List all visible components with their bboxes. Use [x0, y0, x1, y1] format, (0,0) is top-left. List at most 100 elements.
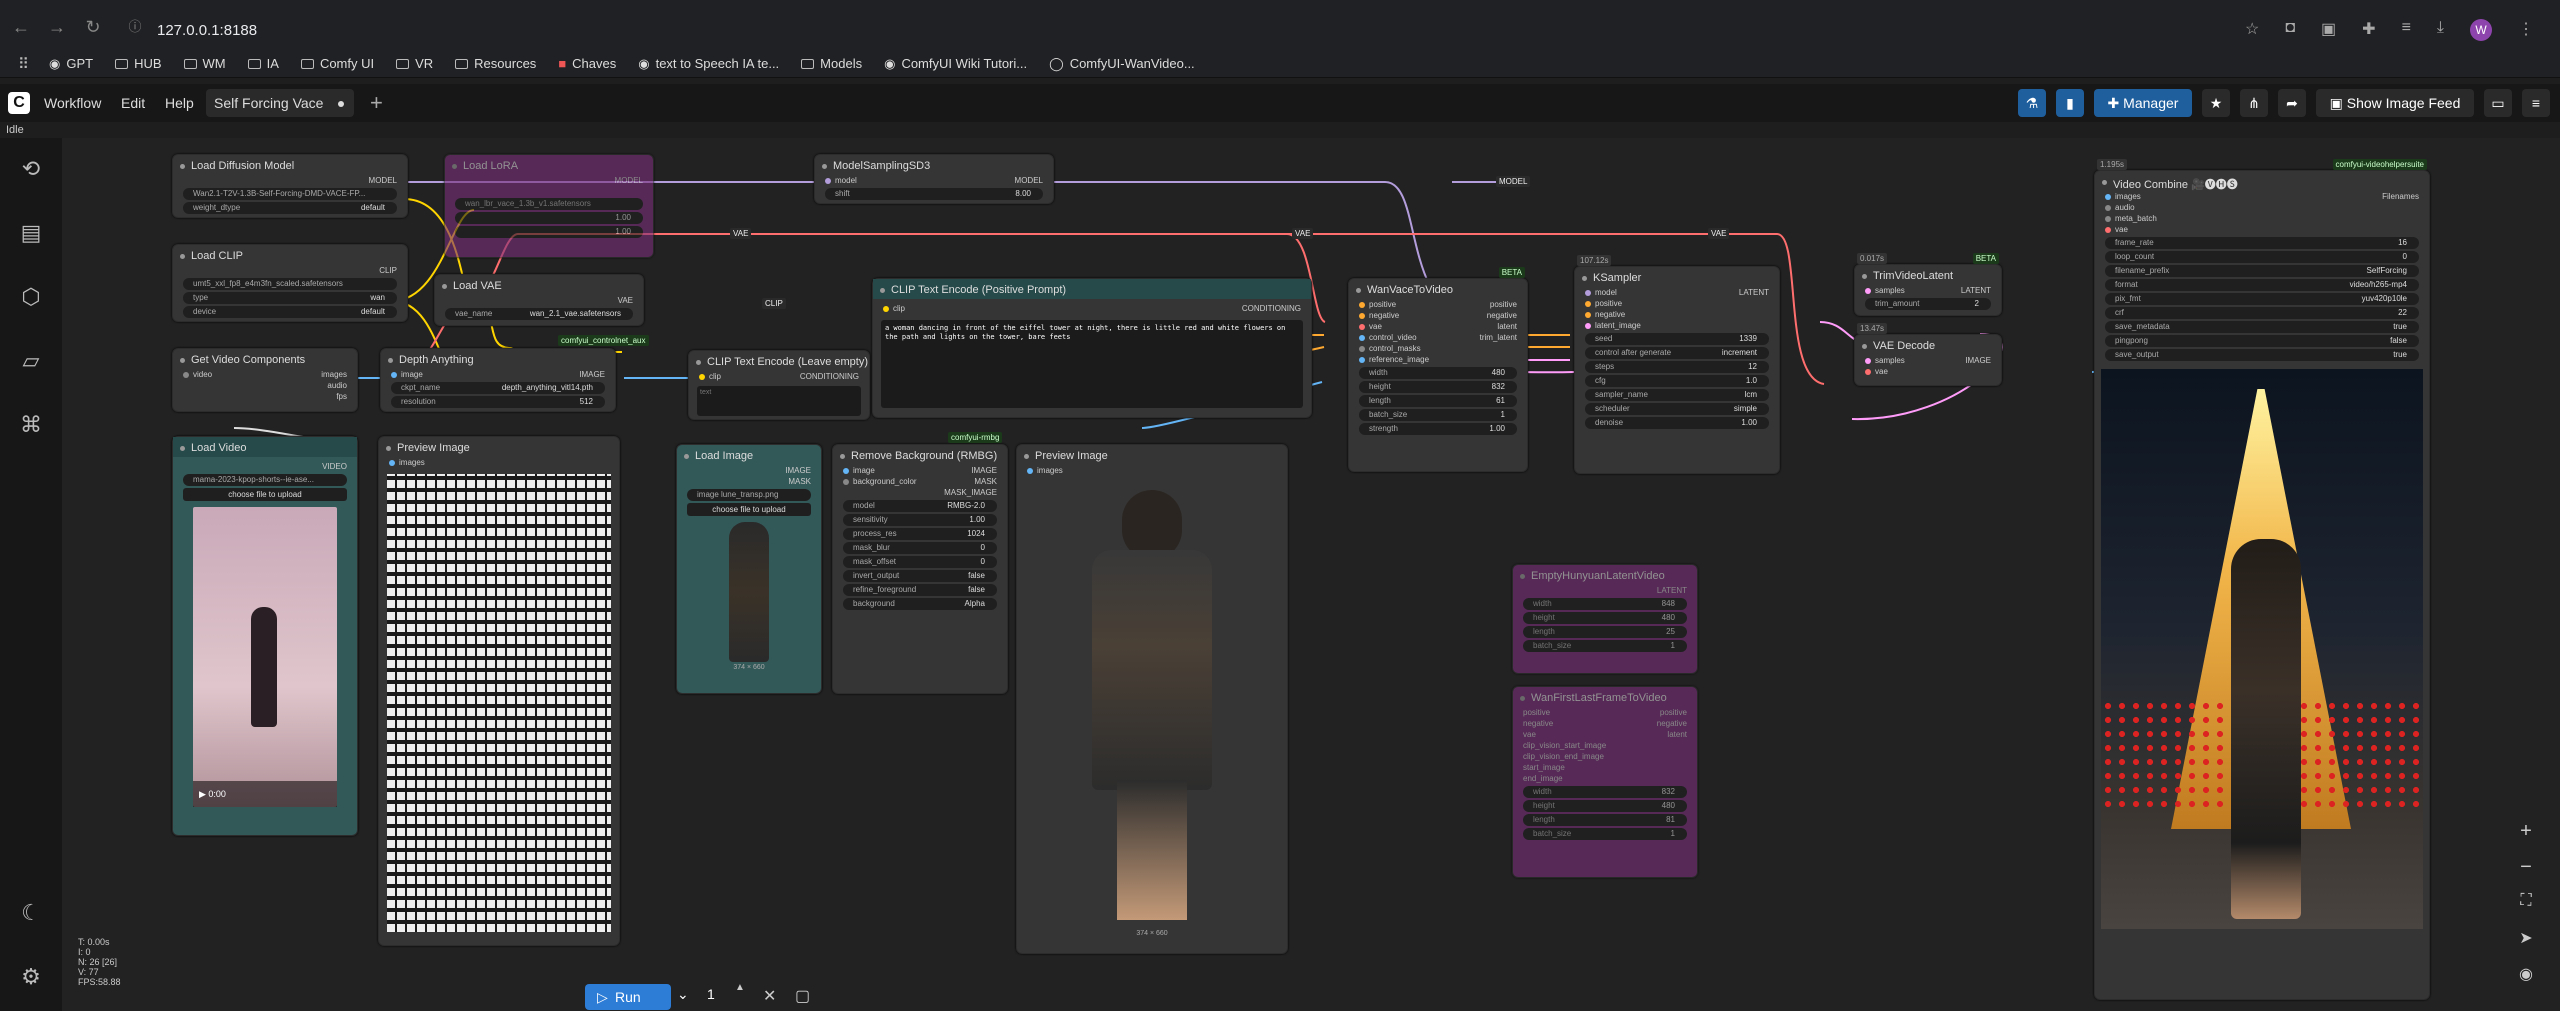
- stepper-up-icon[interactable]: ▲: [735, 982, 745, 993]
- star-icon[interactable]: ★: [2202, 89, 2230, 117]
- apps-icon[interactable]: ⠿: [18, 55, 29, 73]
- video-controls[interactable]: ▶ 0:00: [193, 781, 337, 807]
- input-socket[interactable]: [1027, 467, 1033, 474]
- vae-name-combo[interactable]: vae_name wan_2.1_vae.safetensors: [445, 308, 633, 320]
- strength-model-field[interactable]: 1.00: [455, 212, 643, 224]
- graph-canvas[interactable]: Load Diffusion Model MODEL Wan2.1-T2V-1.…: [62, 138, 2560, 1011]
- bookmark-item[interactable]: ■ Chaves: [550, 56, 624, 71]
- reroute-vae[interactable]: VAE: [1708, 228, 1730, 239]
- batch-size-field[interactable]: batch_size 1: [1359, 409, 1517, 421]
- extension-icon[interactable]: ▣: [2321, 19, 2336, 41]
- input-socket[interactable]: [1359, 323, 1365, 330]
- node-vae-decode[interactable]: 13.47s VAE Decode samples IMAGE vae: [1854, 323, 2002, 386]
- select-mode-icon[interactable]: ➤: [2506, 928, 2546, 948]
- input-socket[interactable]: [1359, 334, 1365, 341]
- run-button[interactable]: ▷ Run: [585, 984, 671, 1010]
- input-socket[interactable]: [183, 371, 189, 378]
- rmbg-model-combo[interactable]: model RMBG-2.0: [843, 500, 997, 512]
- bookmark-item[interactable]: ◉ ComfyUI Wiki Tutori...: [876, 56, 1035, 72]
- negative-prompt-textarea[interactable]: text: [697, 386, 861, 416]
- node-trim-video-latent[interactable]: 0.017s BETA TrimVideoLatent samples LATEN…: [1854, 253, 2002, 316]
- panel-toggle-icon[interactable]: ▭: [2484, 89, 2512, 117]
- node-load-diffusion-model[interactable]: Load Diffusion Model MODEL Wan2.1-T2V-1.…: [172, 154, 408, 218]
- zoom-out-icon[interactable]: −: [2506, 856, 2546, 879]
- length-field[interactable]: length 61: [1359, 395, 1517, 407]
- node-remove-background-rmbg[interactable]: Remove Background (RMBG) image IMAGE back…: [832, 444, 1008, 694]
- bookmark-item[interactable]: ◉ text to Speech IA te...: [630, 56, 787, 72]
- node-video-combine[interactable]: 1.195s comfyui-videohelpersuite Video Co…: [2094, 159, 2430, 1000]
- frame-rate-field[interactable]: frame_rate 16: [2105, 237, 2419, 249]
- input-socket[interactable]: [1865, 287, 1871, 294]
- input-socket[interactable]: [1359, 312, 1365, 319]
- video-file-combo[interactable]: mama-2023-kpop-shorts--ie-ase...: [183, 474, 347, 486]
- ckpt-name-combo[interactable]: ckpt_name depth_anything_vitl14.pth: [391, 382, 605, 394]
- node-ksampler[interactable]: 107.12s KSampler model LATENT positive ne…: [1574, 255, 1780, 474]
- node-wan-first-last-frame-to-video[interactable]: WanFirstLastFrameToVideo positive positiv…: [1512, 686, 1698, 878]
- workflows-folder-icon[interactable]: ▱: [18, 348, 44, 374]
- input-socket[interactable]: [1359, 345, 1365, 352]
- format-combo[interactable]: format video/h265-mp4: [2105, 279, 2419, 291]
- save-output-toggle[interactable]: save_output true: [2105, 349, 2419, 361]
- mask-offset-field[interactable]: mask_offset 0: [843, 556, 997, 568]
- run-mode-chevron-down-icon[interactable]: ⌄: [677, 986, 689, 1003]
- hamburger-icon[interactable]: ≡: [2522, 89, 2550, 117]
- star-icon[interactable]: ☆: [2245, 19, 2259, 41]
- scheduler-combo[interactable]: scheduler simple: [1585, 403, 1769, 415]
- reading-list-icon[interactable]: ≡: [2402, 19, 2411, 41]
- menu-help[interactable]: Help: [165, 95, 194, 111]
- workflow-tab[interactable]: Self Forcing Vace: [206, 89, 354, 117]
- bookmark-folder[interactable]: Models: [793, 56, 870, 71]
- unet-name-combo[interactable]: Wan2.1-T2V-1.3B-Self-Forcing-DMD-VACE-FP…: [183, 188, 397, 200]
- sampler-name-combo[interactable]: sampler_name lcm: [1585, 389, 1769, 401]
- model-library-icon[interactable]: ⬡: [18, 284, 44, 310]
- reroute-vae[interactable]: VAE: [730, 228, 752, 239]
- reload-icon[interactable]: ↻: [82, 16, 104, 38]
- input-socket[interactable]: [389, 459, 395, 466]
- node-load-lora[interactable]: Load LoRA MODEL wan_lbr_vace_1.3b_v1.saf…: [444, 154, 654, 258]
- show-image-feed-button[interactable]: ▣ Show Image Feed: [2316, 89, 2474, 117]
- weight-dtype-combo[interactable]: weight_dtype default: [183, 202, 397, 214]
- theme-moon-icon[interactable]: ☾: [18, 900, 44, 926]
- download-icon[interactable]: ⤓: [2437, 19, 2444, 41]
- node-preview-image-character[interactable]: Preview Image images 374 × 660: [1016, 444, 1288, 954]
- input-socket[interactable]: [883, 305, 889, 312]
- output-video-preview[interactable]: [2101, 369, 2423, 929]
- input-socket[interactable]: [2105, 204, 2111, 211]
- seed-field[interactable]: seed 1339: [1585, 333, 1769, 345]
- menu-edit[interactable]: Edit: [121, 95, 145, 111]
- input-socket[interactable]: [1865, 357, 1871, 364]
- history-icon[interactable]: ⟲: [18, 156, 44, 182]
- width-field[interactable]: width 480: [1359, 367, 1517, 379]
- bookmark-folder[interactable]: WM: [176, 56, 234, 71]
- queue-list-icon[interactable]: ▤: [18, 220, 44, 246]
- avatar[interactable]: W: [2470, 19, 2492, 41]
- fit-view-icon[interactable]: ⛶: [2506, 892, 2546, 910]
- bookmark-folder[interactable]: IA: [240, 56, 287, 71]
- node-empty-hunyuan-latent-video[interactable]: EmptyHunyuanLatentVideo LATENT width 848 …: [1512, 564, 1698, 674]
- model-icon[interactable]: ⋔: [2240, 89, 2268, 117]
- clip-name-combo[interactable]: umt5_xxl_fp8_e4m3fn_scaled.safetensors: [183, 278, 397, 290]
- node-load-video[interactable]: Load Video VIDEO mama-2023-kpop-shorts--…: [172, 436, 358, 836]
- input-socket[interactable]: [843, 467, 849, 474]
- bookmark-folder[interactable]: Comfy UI: [293, 56, 382, 71]
- steps-field[interactable]: steps 12: [1585, 361, 1769, 373]
- upload-image-button[interactable]: choose file to upload: [687, 503, 811, 516]
- input-socket[interactable]: [2105, 215, 2111, 222]
- comfy-logo-icon[interactable]: C: [8, 92, 30, 114]
- upload-video-button[interactable]: choose file to upload: [183, 488, 347, 501]
- bookmark-folder[interactable]: HUB: [107, 56, 169, 71]
- sensitivity-field[interactable]: sensitivity 1.00: [843, 514, 997, 526]
- loop-count-field[interactable]: loop_count 0: [2105, 251, 2419, 263]
- forward-icon[interactable]: →: [46, 16, 68, 38]
- camera-icon[interactable]: ◘: [2285, 19, 2295, 41]
- input-socket[interactable]: [1585, 311, 1591, 318]
- crf-field[interactable]: crf 22: [2105, 307, 2419, 319]
- strength-clip-field[interactable]: 1.00: [455, 226, 643, 238]
- kebab-menu-icon[interactable]: ⋮: [2518, 19, 2534, 41]
- strength-field[interactable]: strength 1.00: [1359, 423, 1517, 435]
- menu-workflow[interactable]: Workflow: [44, 95, 101, 111]
- bookmark-folder[interactable]: VR: [388, 56, 441, 71]
- link-visibility-icon[interactable]: ◉: [2506, 964, 2546, 984]
- reroute-vae[interactable]: VAE: [1292, 228, 1314, 239]
- input-socket[interactable]: [825, 177, 831, 184]
